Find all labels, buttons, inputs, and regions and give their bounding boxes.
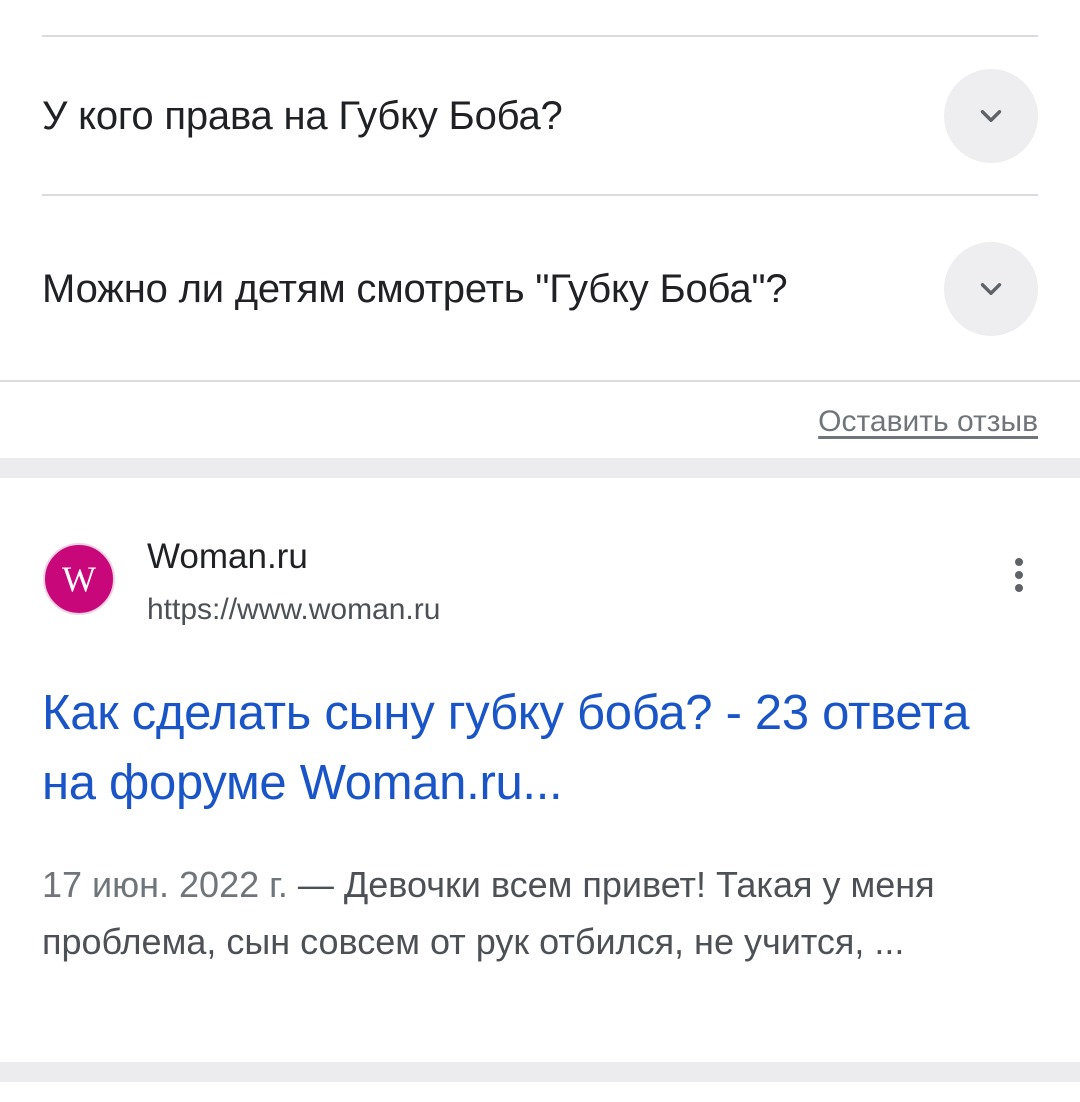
people-also-ask: У кого права на Губку Боба? Можно ли дет… [0,0,1080,458]
more-vert-icon [1015,558,1023,592]
feedback-link[interactable]: Оставить отзыв [818,402,1038,442]
snippet-separator: — [287,864,344,905]
section-separator [0,458,1080,478]
expand-button[interactable] [944,242,1038,336]
search-results-page: У кого права на Губку Боба? Можно ли дет… [0,0,1080,1102]
question-row-rights[interactable]: У кого права на Губку Боба? [42,68,1038,164]
chevron-down-icon [980,283,1002,295]
question-text: Можно ли детям смотреть "Губку Боба"? [42,267,788,311]
result-title-link[interactable]: Как сделать сыну губку боба? - 23 ответа… [42,678,1032,818]
divider [42,194,1038,196]
more-options-button[interactable] [998,550,1040,600]
expand-button[interactable] [944,69,1038,163]
site-name[interactable]: Woman.ru [147,535,308,579]
divider [0,380,1080,382]
divider [42,35,1038,37]
question-row-kids[interactable]: Можно ли детям смотреть "Губку Боба"? [42,224,1038,354]
result-snippet: 17 июн. 2022 г. — Девочки всем привет! Т… [42,856,1042,970]
site-favicon[interactable]: W [43,543,115,615]
site-url[interactable]: https://www.woman.ru [147,590,440,630]
question-text: У кого права на Губку Боба? [42,94,563,138]
snippet-date: 17 июн. 2022 г. [42,864,288,905]
chevron-down-icon [980,110,1002,122]
section-separator [0,1062,1080,1082]
